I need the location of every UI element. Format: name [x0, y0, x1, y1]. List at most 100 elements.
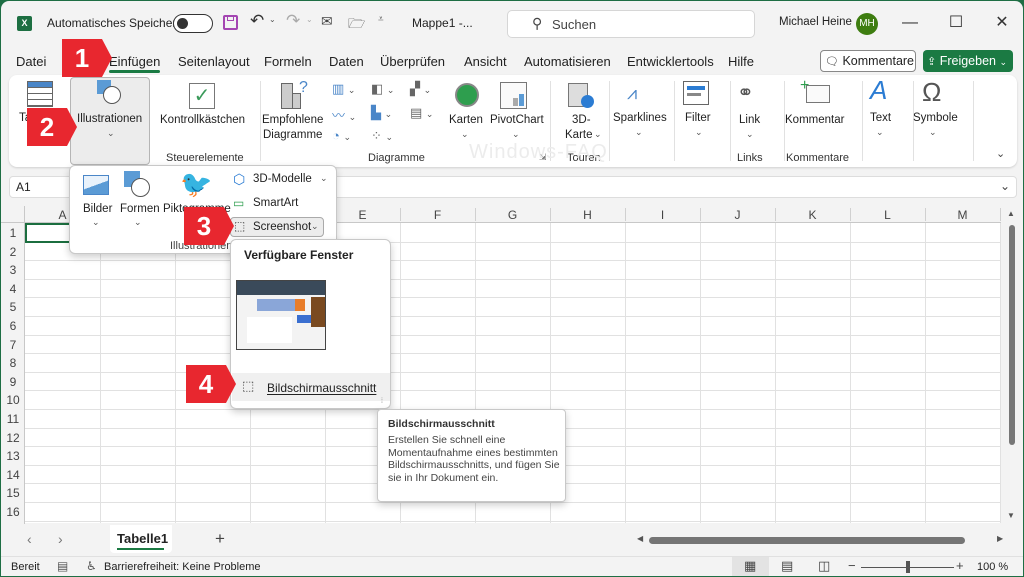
row-header-12[interactable]: 12	[1, 431, 25, 445]
waterfall-chart-icon[interactable]: ▞ ⌄	[410, 81, 431, 97]
comment-button-label[interactable]: Kommentar	[785, 114, 844, 126]
hierarchy-chart-icon[interactable]: ◧ ⌄	[371, 81, 394, 97]
comments-button[interactable]: 🗨 Kommentare	[820, 50, 916, 72]
illustrations-button[interactable]: Illustrationen ⌄	[70, 77, 150, 165]
zoom-in-button[interactable]: +	[956, 558, 964, 573]
accessibility-icon[interactable]: ♿	[86, 559, 97, 573]
row-header-15[interactable]: 15	[1, 486, 25, 500]
page-layout-view-icon[interactable]: ▤	[781, 558, 793, 574]
3d-models-button[interactable]: 3D-Modelle	[253, 173, 312, 185]
scatter-chart-icon[interactable]: ⁘ ⌄	[371, 128, 393, 144]
redo-icon[interactable]: ↷	[286, 11, 300, 31]
row-header-13[interactable]: 13	[1, 449, 25, 463]
tab-entwicklertools[interactable]: Entwicklertools	[627, 54, 714, 69]
column-header-h[interactable]: H	[550, 208, 625, 222]
row-header-3[interactable]: 3	[1, 263, 25, 277]
text-button-label[interactable]: Text	[870, 112, 891, 124]
zoom-out-button[interactable]: −	[848, 558, 856, 573]
page-break-view-icon[interactable]: ◫	[818, 558, 830, 574]
column-chart-icon[interactable]: ▥ ⌄	[332, 81, 355, 97]
name-box[interactable]: A1	[16, 180, 31, 194]
collapse-ribbon-icon[interactable]: ⌄	[996, 147, 1005, 160]
row-header-10[interactable]: 10	[1, 393, 25, 407]
filter-button-label[interactable]: Filter	[685, 112, 711, 124]
redo-dropdown-icon[interactable]: ⌄	[306, 15, 313, 24]
maps-button-label[interactable]: Karten	[449, 114, 483, 126]
scroll-down-icon[interactable]: ▼	[1007, 511, 1015, 520]
row-header-11[interactable]: 11	[1, 412, 25, 426]
row-header-14[interactable]: 14	[1, 468, 25, 482]
tab-daten[interactable]: Daten	[329, 54, 364, 69]
row-header-1[interactable]: 1	[1, 226, 25, 240]
pie-chart-icon[interactable]: ◔ ⌄	[332, 128, 351, 143]
customize-toolbar-icon[interactable]: ⩡	[378, 14, 384, 25]
avatar[interactable]: MH	[856, 13, 878, 35]
tab-ansicht[interactable]: Ansicht	[464, 54, 507, 69]
normal-view-button[interactable]: ▦	[732, 557, 769, 576]
scroll-left-icon[interactable]: ◀	[637, 534, 643, 543]
search-box[interactable]: ⚲ Suchen	[507, 10, 755, 38]
tab-seitenlayout[interactable]: Seitenlayout	[178, 54, 250, 69]
screenshot-button[interactable]: ⬚ Screenshot ⌄	[230, 217, 324, 237]
accessibility-status[interactable]: Barrierefreiheit: Keine Probleme	[104, 561, 261, 573]
statistic-chart-icon[interactable]: ▙ ⌄	[371, 105, 392, 121]
recommended-charts-label-1[interactable]: Empfohlene	[262, 114, 323, 126]
save-icon[interactable]	[223, 15, 238, 30]
column-header-g[interactable]: G	[475, 208, 550, 222]
window-thumbnail[interactable]	[236, 280, 326, 350]
column-header-k[interactable]: K	[775, 208, 850, 222]
tab-hilfe[interactable]: Hilfe	[728, 54, 754, 69]
prev-sheet-icon[interactable]: ‹	[27, 531, 32, 547]
next-sheet-icon[interactable]: ›	[58, 531, 63, 547]
3d-map-label-1[interactable]: 3D-	[572, 114, 591, 126]
tab-formeln[interactable]: Formeln	[264, 54, 312, 69]
row-header-16[interactable]: 16	[1, 505, 25, 519]
3d-map-label-2[interactable]: Karte	[565, 129, 593, 141]
autosave-toggle[interactable]	[173, 14, 213, 33]
column-header-j[interactable]: J	[700, 208, 775, 222]
smartart-button[interactable]: SmartArt	[253, 197, 298, 209]
zoom-slider-thumb[interactable]	[905, 561, 910, 573]
column-header-f[interactable]: F	[400, 208, 475, 222]
column-header-i[interactable]: I	[625, 208, 700, 222]
open-folder-icon[interactable]: 🗁	[348, 13, 365, 37]
add-sheet-button[interactable]: +	[215, 529, 225, 549]
link-button-label[interactable]: Link	[739, 114, 760, 126]
shapes-button[interactable]: Formen	[120, 203, 160, 215]
scroll-up-icon[interactable]: ▲	[1007, 209, 1015, 218]
row-header-8[interactable]: 8	[1, 356, 25, 370]
pictures-button[interactable]: Bilder	[83, 203, 112, 215]
pivotchart-button-label[interactable]: PivotChart	[490, 114, 544, 126]
maximize-button[interactable]: ☐	[941, 9, 971, 37]
row-header-6[interactable]: 6	[1, 319, 25, 333]
symbols-button-label[interactable]: Symbole	[913, 112, 958, 124]
undo-icon[interactable]: ↶	[250, 11, 264, 31]
scroll-right-icon[interactable]: ▶	[997, 534, 1003, 543]
undo-dropdown-icon[interactable]: ⌄	[269, 15, 276, 24]
vertical-scrollbar-thumb[interactable]	[1009, 225, 1015, 445]
resize-grip-icon[interactable]: ⁞	[381, 398, 383, 405]
combo-chart-icon[interactable]: ▤ ⌄	[410, 105, 433, 121]
row-header-5[interactable]: 5	[1, 300, 25, 314]
row-header-7[interactable]: 7	[1, 338, 25, 352]
sparklines-button-label[interactable]: Sparklines	[613, 112, 667, 124]
expand-formula-bar-icon[interactable]: ⌄	[1000, 179, 1010, 193]
tab-datei[interactable]: Datei	[16, 54, 46, 69]
column-header-m[interactable]: M	[925, 208, 1000, 222]
row-header-9[interactable]: 9	[1, 375, 25, 389]
user-name[interactable]: Michael Heine	[779, 16, 852, 28]
tab-automatisieren[interactable]: Automatisieren	[524, 54, 611, 69]
horizontal-scrollbar-thumb[interactable]	[649, 537, 965, 544]
sheet-tab-tabelle1[interactable]: Tabelle1	[110, 525, 172, 553]
macro-record-icon[interactable]: ▤	[57, 559, 68, 573]
tab-einfuegen[interactable]: Einfügen	[109, 54, 161, 73]
row-header-4[interactable]: 4	[1, 282, 25, 296]
column-header-l[interactable]: L	[850, 208, 925, 222]
checkbox-button-label[interactable]: Kontrollkästchen	[160, 114, 245, 126]
share-button[interactable]: ⇪ Freigeben ⌄	[923, 50, 1013, 72]
row-header-2[interactable]: 2	[1, 245, 25, 259]
recommended-charts-label-2[interactable]: Diagramme	[263, 129, 322, 141]
zoom-level[interactable]: 100 %	[977, 561, 1008, 573]
line-chart-icon[interactable]: 〰 ⌄	[332, 105, 356, 124]
tab-ueberpruefen[interactable]: Überprüfen	[380, 54, 445, 69]
